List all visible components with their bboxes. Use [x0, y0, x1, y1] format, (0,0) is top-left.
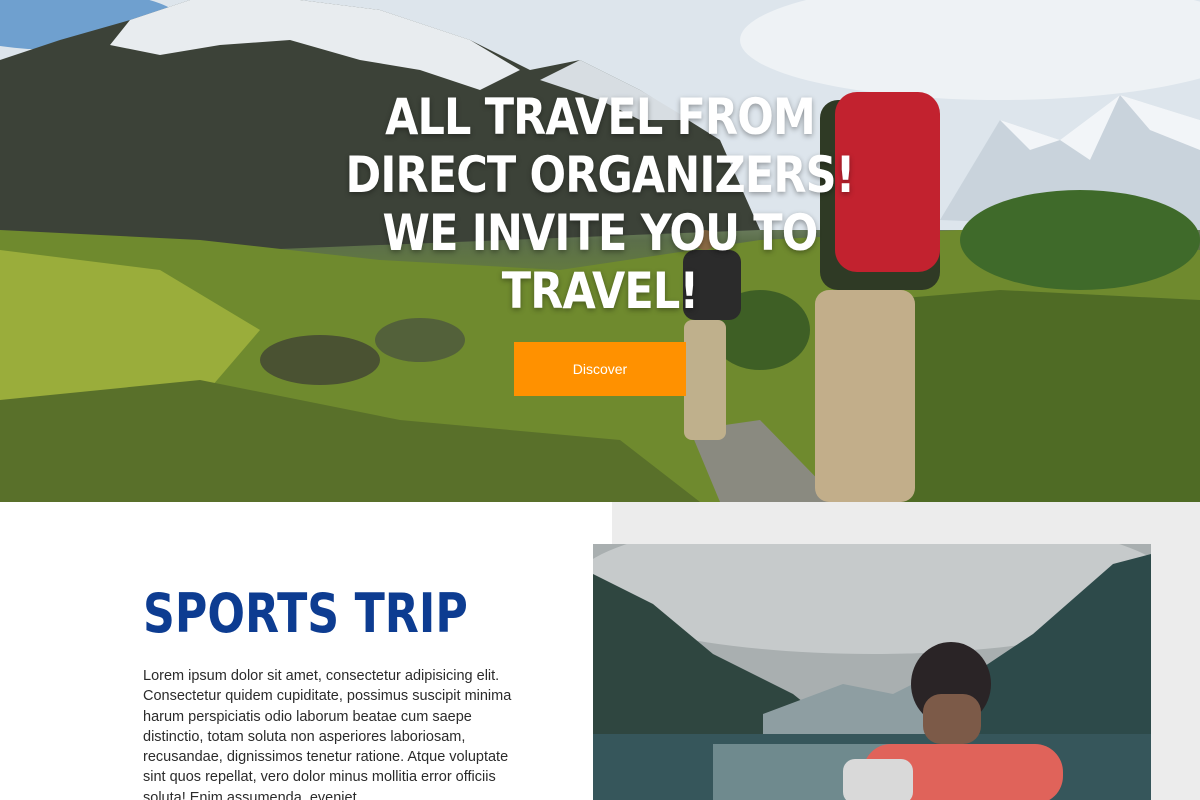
- hero-headline-line: ALL TRAVEL FROM: [385, 88, 816, 146]
- section-description: Lorem ipsum dolor sit amet, consectetur …: [143, 668, 512, 800]
- hero-headline-line: WE INVITE YOU TO: [382, 204, 819, 262]
- hero-headline: ALL TRAVEL FROM DIRECT ORGANIZERS! WE IN…: [342, 88, 858, 320]
- section-photo: [593, 544, 1151, 800]
- sports-trip-section: SPORTS TRIP Lorem ipsum dolor sit amet, …: [0, 502, 1200, 800]
- section-title: SPORTS TRIP: [143, 582, 468, 645]
- hero-banner: ALL TRAVEL FROM DIRECT ORGANIZERS! WE IN…: [0, 0, 1200, 502]
- hero-headline-line: DIRECT ORGANIZERS!: [345, 146, 855, 204]
- discover-button[interactable]: Discover: [514, 342, 686, 396]
- hero-headline-line: TRAVEL!: [501, 262, 699, 320]
- lake-hiker-image: [593, 544, 1151, 800]
